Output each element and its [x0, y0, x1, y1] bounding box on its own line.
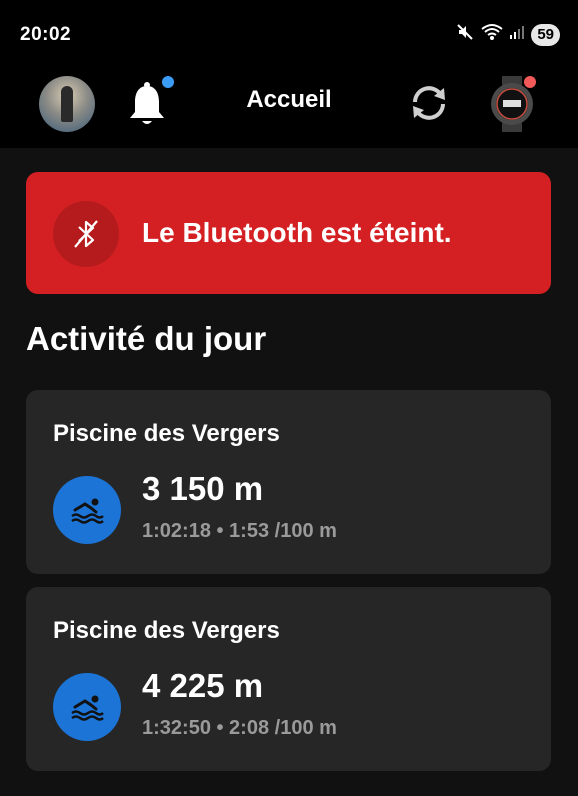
status-icons: 59 [455, 22, 560, 47]
activity-title: Piscine des Vergers [53, 617, 280, 644]
activity-card[interactable]: Piscine des Vergers 4 225 m 1:32:50 • 2:… [26, 587, 551, 771]
swim-icon [53, 476, 121, 544]
banner-text: Le Bluetooth est éteint. [142, 217, 452, 248]
activity-card[interactable]: Piscine des Vergers 3 150 m 1:02:18 • 1:… [26, 390, 551, 574]
app-header: Accueil [0, 66, 578, 148]
status-time: 20:02 [20, 24, 72, 45]
battery-indicator: 59 [531, 23, 560, 46]
activity-stats: 1:32:50 • 2:08 /100 m [142, 717, 337, 739]
mute-icon [455, 22, 475, 47]
device-alert-dot [524, 76, 536, 88]
swim-icon [53, 673, 121, 741]
bluetooth-off-banner[interactable]: Le Bluetooth est éteint. [26, 172, 551, 294]
activity-stats: 1:02:18 • 1:53 /100 m [142, 520, 337, 542]
sync-button[interactable] [406, 80, 452, 131]
section-title: Activité du jour [26, 320, 267, 357]
signal-icon [509, 24, 525, 45]
activity-distance: 3 150 m [142, 470, 264, 507]
activity-title: Piscine des Vergers [53, 420, 280, 447]
activity-distance: 4 225 m [142, 667, 264, 704]
wifi-icon [481, 23, 503, 46]
status-bar: 20:02 59 [0, 0, 578, 66]
bluetooth-off-icon [53, 201, 119, 267]
device-button[interactable] [488, 76, 536, 132]
sync-icon [413, 86, 445, 120]
